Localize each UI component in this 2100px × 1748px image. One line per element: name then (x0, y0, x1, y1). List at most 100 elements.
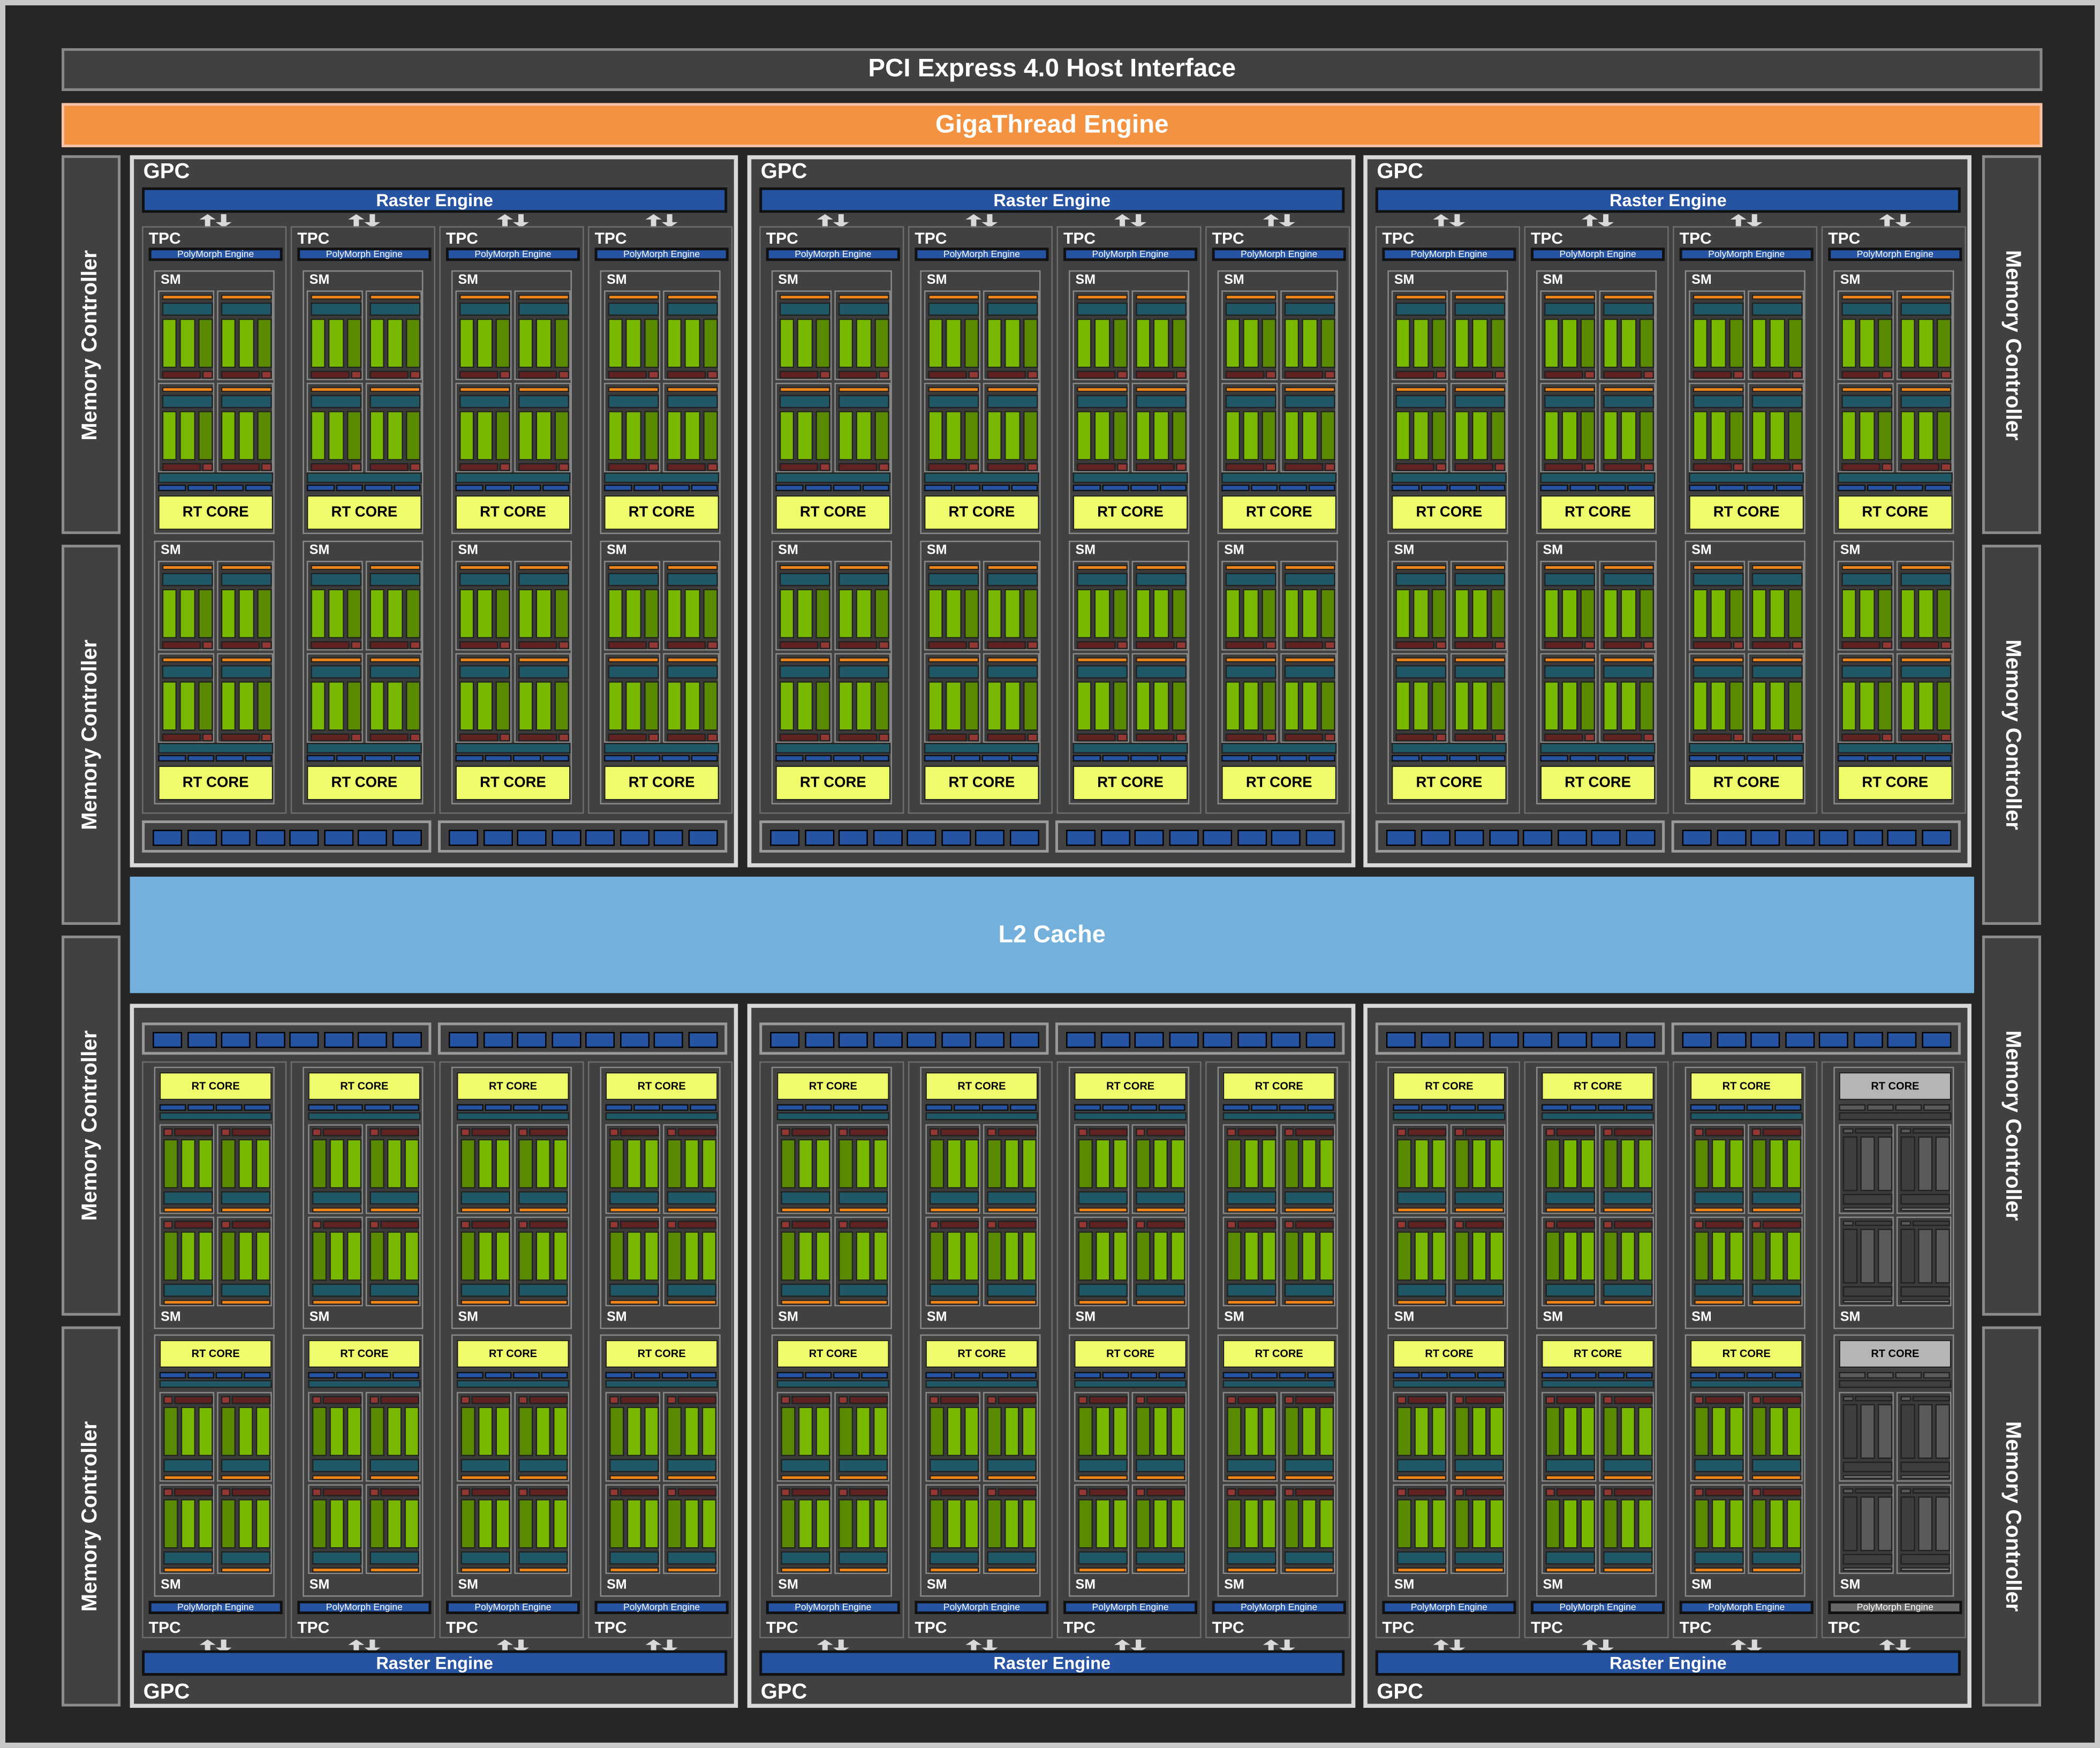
sfu-unit (409, 371, 421, 379)
sfu-unit (1454, 1488, 1464, 1497)
texture-unit (632, 484, 661, 492)
warp-scheduler (1693, 387, 1744, 393)
sm-processing-block (834, 1124, 889, 1214)
register-file (312, 1459, 362, 1473)
texture-unit (215, 1104, 243, 1111)
warp-scheduler (1227, 1475, 1276, 1481)
memory-controller-label: Memory Controller (2000, 1030, 2024, 1221)
cuda-core-column (459, 681, 475, 731)
load-store-unit (1395, 733, 1434, 742)
cuda-core-column (518, 1139, 533, 1189)
cuda-core-column (1094, 589, 1110, 639)
texture-unit (1895, 1104, 1922, 1111)
load-store-unit (620, 1488, 659, 1497)
texture-unit (775, 755, 803, 762)
warp-scheduler (667, 564, 718, 570)
cuda-core-column (1693, 411, 1708, 461)
sfu-unit (878, 733, 889, 742)
cuda-core-column (644, 1499, 659, 1549)
polymorph-engine: PolyMorph Engine (148, 1601, 283, 1615)
cuda-core-column (518, 1231, 533, 1281)
register-file (1603, 665, 1655, 679)
cuda-core-column (198, 1499, 213, 1549)
cuda-core-column (609, 1499, 624, 1549)
warp-scheduler (1603, 387, 1655, 393)
cuda-core-column (1859, 318, 1875, 368)
register-block (1855, 1488, 1893, 1494)
sm-processing-block (604, 290, 661, 380)
texture-unit (1221, 484, 1249, 492)
shared-memory (455, 743, 571, 754)
sfu-unit (499, 371, 510, 379)
sm-processing-block (1280, 1484, 1335, 1574)
cuda-core-column (1078, 1231, 1093, 1281)
sm-processing-block (1748, 1392, 1803, 1482)
register-file (1693, 302, 1744, 316)
cuda-core-column (221, 1406, 236, 1457)
warp-scheduler (1694, 1567, 1744, 1573)
cuda-core-column (1454, 1499, 1469, 1549)
register-file (1454, 572, 1506, 586)
sm-block: RT CORE SM (1217, 1066, 1338, 1329)
warp-scheduler (928, 564, 979, 570)
cache-block (1489, 1031, 1519, 1048)
sfu-unit (667, 1128, 677, 1136)
sm-label: SM (1691, 1310, 1712, 1325)
sm-processing-block (514, 561, 571, 651)
load-store-unit (174, 1128, 213, 1136)
cuda-core-column (1859, 681, 1875, 731)
cuda-core-column (1413, 318, 1429, 368)
sm-processing-block (1072, 382, 1129, 473)
sm-processing-block (308, 1124, 363, 1214)
register-file (369, 1191, 419, 1205)
load-store-unit (162, 641, 201, 650)
cuda-core-column (1170, 1406, 1185, 1457)
cuda-core-column (838, 589, 854, 639)
shared-memory (1074, 1380, 1187, 1388)
cuda-core-column (1136, 411, 1151, 461)
sfu-unit (409, 733, 421, 742)
shared-memory (159, 1112, 272, 1120)
cuda-core-column (964, 589, 979, 639)
load-store-unit (1146, 1220, 1185, 1229)
sfu-unit (968, 463, 979, 471)
sm-label: SM (161, 1578, 181, 1593)
texture-unit (1689, 755, 1717, 762)
warp-scheduler (221, 657, 272, 663)
cuda-core-column (1022, 1499, 1037, 1549)
sm-processing-block (1131, 290, 1188, 380)
cuda-core-column (1694, 1231, 1709, 1281)
load-store-unit (1841, 641, 1880, 650)
texture-unit (512, 755, 541, 762)
cuda-core-column (1454, 318, 1470, 368)
rt-core: RT CORE (775, 495, 891, 530)
gigathread-label: GigaThread Engine (935, 110, 1169, 139)
sm-processing-block (1689, 653, 1746, 743)
sfu-unit (819, 371, 830, 379)
load-store-unit (1136, 463, 1175, 471)
load-store-unit (1556, 1488, 1596, 1497)
texture-unit (1598, 1372, 1625, 1379)
load-store-unit (232, 1220, 271, 1229)
cuda-core-column (1004, 681, 1021, 731)
register-file (460, 1551, 510, 1565)
texture-unit (633, 1372, 661, 1379)
warp-scheduler (1751, 1207, 1802, 1213)
texture-unit (1626, 1104, 1653, 1111)
cuda-core-column (198, 411, 213, 461)
register-file (221, 395, 272, 409)
texture-unit (1391, 755, 1419, 762)
sfu-unit (1751, 1128, 1762, 1136)
cache-block (1750, 830, 1780, 846)
sfu-unit (1026, 371, 1038, 379)
register-file (1751, 665, 1803, 679)
rt-core: RT CORE (1839, 1339, 1952, 1368)
rt-core: RT CORE (1391, 765, 1507, 801)
cuda-core-column (815, 1139, 830, 1189)
cuda-core-column (312, 1231, 327, 1281)
cuda-core-column (1413, 681, 1429, 731)
register-file (162, 665, 213, 679)
sm-processing-block (1839, 1484, 1894, 1574)
sm-block: SM RT CORE (303, 540, 424, 805)
sm-block: RT CORE SM (1684, 1066, 1806, 1329)
